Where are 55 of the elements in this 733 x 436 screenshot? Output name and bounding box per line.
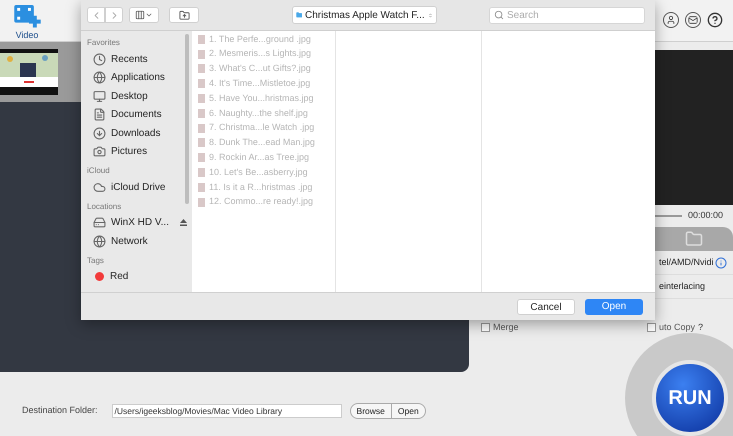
updown-icon <box>428 10 432 20</box>
columns-icon <box>135 10 145 20</box>
sidebar-item[interactable]: Recents <box>111 52 148 67</box>
drive-icon <box>93 216 106 230</box>
clock-icon <box>93 52 106 66</box>
search-field[interactable]: Search <box>507 8 640 22</box>
sidebar-item[interactable]: Pictures <box>111 144 148 160</box>
film-add-icon <box>13 4 41 28</box>
video-button[interactable]: Video <box>0 0 54 42</box>
globe-icon <box>93 234 106 248</box>
camera-icon <box>93 145 106 158</box>
sidebar-item[interactable]: Network <box>111 234 148 249</box>
destination-label: Destination Folder: <box>22 404 98 418</box>
destination-button[interactable]: Open <box>390 404 425 418</box>
search-icon <box>494 10 504 20</box>
sidebar-heading: Locations <box>86 200 122 212</box>
account-icon[interactable] <box>663 12 679 28</box>
sidebar-heading: Tags <box>86 254 105 267</box>
eject-icon[interactable] <box>180 219 187 226</box>
sidebar-item[interactable]: Documents <box>111 107 162 122</box>
option-label: tel/AMD/Nvidi <box>659 256 714 269</box>
document-icon <box>93 108 106 122</box>
destination-button[interactable]: Browse <box>350 404 391 418</box>
new-folder-button[interactable] <box>169 7 199 23</box>
download-icon <box>93 126 106 140</box>
run-button[interactable]: RUN <box>652 360 728 436</box>
caret-icon <box>145 11 153 19</box>
checkbox-label: uto Copy <box>658 321 695 334</box>
sidebar-item[interactable]: Applications <box>111 70 165 86</box>
monitor-icon <box>93 90 106 103</box>
sidebar-item[interactable]: Red <box>110 269 128 284</box>
view-button[interactable] <box>129 7 159 23</box>
scrollbar[interactable] <box>185 34 189 204</box>
sidebar-item[interactable]: Downloads <box>111 126 160 141</box>
cloud-icon <box>93 180 106 194</box>
mail-icon[interactable] <box>685 12 701 28</box>
checkbox-label: Merge <box>493 321 519 334</box>
help-icon[interactable] <box>707 12 723 28</box>
info-icon[interactable] <box>715 256 727 268</box>
open-button[interactable]: Open <box>585 298 643 314</box>
sidebar-item[interactable]: iCloud Drive <box>111 180 166 195</box>
sidebar-heading: iCloud <box>86 165 111 177</box>
sidebar-item[interactable]: Desktop <box>111 88 148 104</box>
destination-field[interactable]: /Users/igeeksblog/Movies/Mac Video Library <box>112 404 342 418</box>
sidebar-heading: Favorites <box>86 37 121 49</box>
checkbox[interactable] <box>646 323 656 332</box>
timecode: 00:00:00 <box>688 209 723 222</box>
search-field[interactable]: Search <box>489 6 645 24</box>
option-label: einterlacing <box>659 280 706 293</box>
location-popup[interactable]: Christmas Apple Watch F... <box>292 6 436 24</box>
folder-icon <box>178 10 190 20</box>
sidebar-item[interactable]: WinX HD V... <box>111 215 169 230</box>
cancel-button[interactable]: Cancel <box>517 298 575 314</box>
help-mark[interactable]: ? <box>698 321 703 334</box>
checkbox[interactable] <box>481 323 490 332</box>
